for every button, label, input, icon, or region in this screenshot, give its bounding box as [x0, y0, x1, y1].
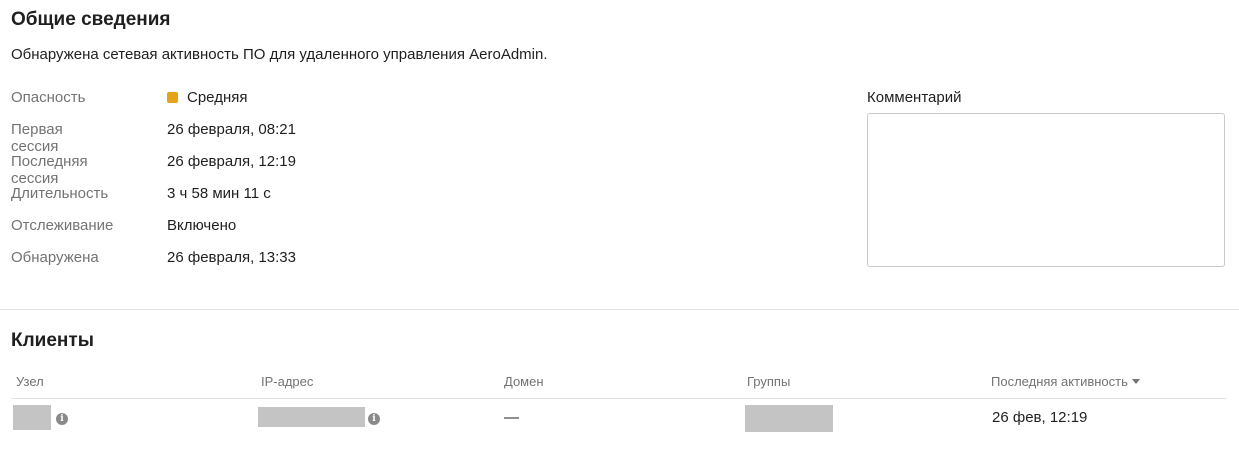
column-header-last-activity-label: Последняя активность — [991, 374, 1128, 389]
prop-label: Длительность — [11, 185, 109, 202]
danger-level-text: Средняя — [187, 89, 248, 106]
column-header-domain[interactable]: Домен — [504, 374, 544, 389]
section-title-general: Общие сведения — [11, 9, 171, 30]
section-divider — [0, 309, 1239, 310]
column-header-ip[interactable]: IP-адрес — [261, 374, 313, 389]
prop-value: Средняя — [167, 89, 247, 106]
incident-description: Обнаружена сетевая активность ПО для уда… — [11, 46, 548, 63]
sort-desc-icon[interactable] — [1131, 379, 1140, 384]
column-header-last-activity[interactable]: Последняя активность — [991, 374, 1140, 389]
danger-level-indicator — [167, 92, 178, 103]
table-row[interactable]: i i — 26 фев, 12:19 — [11, 399, 1226, 437]
prop-label: Обнаружена — [11, 249, 99, 266]
info-icon[interactable]: i — [56, 413, 68, 425]
domain-value: — — [504, 409, 519, 426]
column-header-groups[interactable]: Группы — [747, 374, 790, 389]
prop-value: Включено — [167, 217, 237, 234]
cell-ip: i — [256, 399, 496, 437]
cell-last-activity: 26 фев, 12:19 — [991, 399, 1226, 437]
prop-value: 26 февраля, 08:21 — [167, 121, 296, 138]
comment-textarea[interactable] — [867, 113, 1225, 267]
prop-label: Первая сессия — [11, 121, 63, 155]
info-icon[interactable]: i — [368, 413, 380, 425]
redacted-groups — [745, 405, 833, 432]
cell-node: i — [11, 399, 251, 437]
prop-label: Последняя сессия — [11, 153, 88, 187]
clients-table-header: Узел IP-адрес Домен Группы Последняя акт… — [11, 374, 1226, 399]
prop-label: Отслеживание — [11, 217, 114, 234]
redacted-ip — [258, 407, 365, 427]
redacted-node — [13, 405, 51, 430]
prop-label: Опасность — [11, 89, 86, 106]
comment-label: Комментарий — [867, 89, 962, 106]
column-header-node[interactable]: Узел — [16, 374, 44, 389]
cell-groups — [745, 399, 985, 437]
prop-value: 26 февраля, 12:19 — [167, 153, 296, 170]
section-title-clients: Клиенты — [11, 330, 94, 351]
cell-domain: — — [504, 399, 744, 437]
last-activity-value: 26 фев, 12:19 — [992, 409, 1088, 426]
prop-value: 3 ч 58 мин 11 с — [167, 185, 271, 202]
prop-value: 26 февраля, 13:33 — [167, 249, 296, 266]
